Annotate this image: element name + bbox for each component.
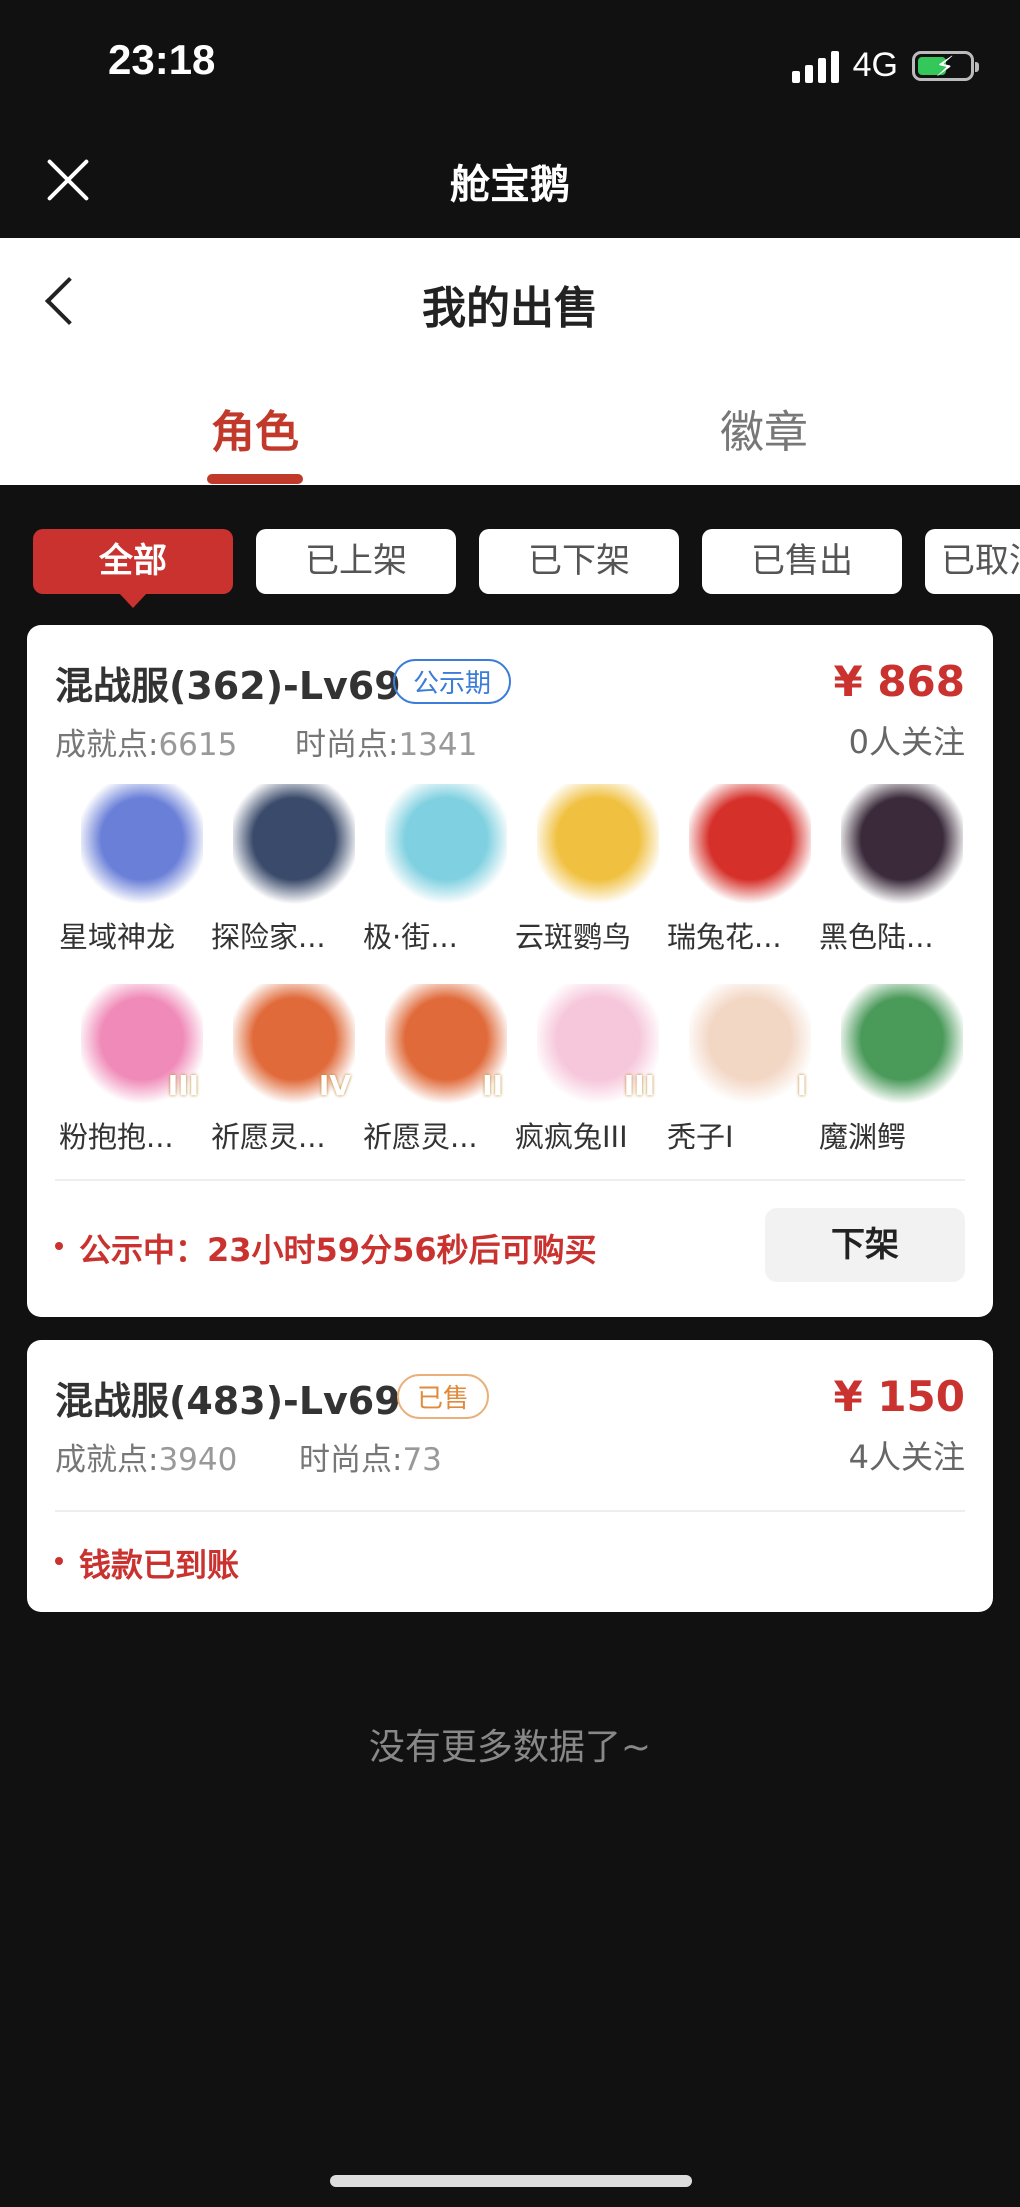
- battery-icon: ⚡: [912, 50, 979, 83]
- tier-badge: III: [623, 1069, 655, 1102]
- notice-dot: [55, 1557, 63, 1565]
- item-name: 瑞兔花...: [667, 920, 782, 954]
- skateboard-icon: [385, 784, 507, 906]
- payment-notice: 钱款已到账: [79, 1546, 240, 1584]
- filter-listed[interactable]: 已上架: [256, 529, 456, 594]
- divider: [55, 1510, 965, 1512]
- divider: [55, 1179, 965, 1181]
- item-name: 疯疯兔III: [515, 1120, 628, 1154]
- bald-head-icon: I: [689, 984, 811, 1106]
- item-tile[interactable]: III 粉抱抱...: [59, 984, 203, 1154]
- parrot-icon: [537, 784, 659, 906]
- item-tile[interactable]: 极·街...: [363, 784, 507, 954]
- item-tile[interactable]: IV 祈愿灵...: [211, 984, 355, 1154]
- item-name: 魔渊鳄: [819, 1120, 907, 1154]
- signal-icon: [791, 49, 839, 83]
- item-tile[interactable]: 黑色陆...: [819, 784, 963, 954]
- dragon-icon: [81, 784, 203, 906]
- bear-icon: III: [81, 984, 203, 1106]
- notice-dot: [55, 1242, 63, 1250]
- rabbit-icon: III: [537, 984, 659, 1106]
- item-tile[interactable]: 星域神龙: [59, 784, 203, 954]
- tab-roles[interactable]: 角色: [155, 396, 355, 460]
- item-name: 云斑鹦鸟: [515, 920, 632, 954]
- item-name: 探险家...: [211, 920, 326, 954]
- tier-badge: IV: [318, 1069, 351, 1102]
- item-name: 祈愿灵...: [211, 1120, 326, 1154]
- listing-card[interactable]: 混战服(362)-Lv69 公示期 ¥ 868 0人关注 成就点:6615 时尚…: [27, 625, 993, 1317]
- tab-active-indicator: [207, 474, 303, 484]
- filter-sold[interactable]: 已售出: [702, 529, 902, 594]
- status-time: 23:18: [108, 36, 216, 83]
- item-tile[interactable]: I 秃子I: [667, 984, 811, 1154]
- filter-cancelled[interactable]: 已取消: [925, 529, 1020, 594]
- listing-title: 混战服(483)-Lv69: [55, 1379, 401, 1423]
- tier-badge: III: [167, 1069, 199, 1102]
- crocodile-icon: [841, 984, 963, 1106]
- tab-badges[interactable]: 徽章: [664, 396, 864, 460]
- filter-all[interactable]: 全部: [33, 529, 233, 594]
- item-name: 粉抱抱...: [59, 1120, 174, 1154]
- public-notice: 公示中：23小时59分56秒后可购买: [79, 1231, 597, 1269]
- listing-watchers: 4人关注: [848, 1438, 965, 1476]
- miniapp-title: 舱宝鹅: [450, 162, 570, 208]
- status-indicators: 4G ⚡: [791, 46, 979, 85]
- listing-price: ¥ 150: [833, 1372, 965, 1421]
- item-tile[interactable]: 瑞兔花...: [667, 784, 811, 954]
- tier-badge: I: [796, 1069, 807, 1102]
- tier-badge: II: [482, 1069, 503, 1102]
- achievement-points: 成就点:3940: [55, 1442, 238, 1478]
- fashion-points: 时尚点:73: [299, 1442, 442, 1478]
- network-label: 4G: [852, 46, 898, 84]
- shovel-icon: [233, 784, 355, 906]
- delist-button[interactable]: 下架: [765, 1208, 965, 1282]
- no-more-data: 没有更多数据了~: [368, 1727, 652, 1768]
- item-name: 星域神龙: [59, 920, 176, 954]
- page-title: 我的出售: [422, 283, 598, 334]
- griffin-icon: IV: [233, 984, 355, 1106]
- item-name: 祈愿灵...: [363, 1120, 478, 1154]
- listing-card[interactable]: 混战服(483)-Lv69 已售 ¥ 150 4人关注 成就点:3940 时尚点…: [27, 1340, 993, 1612]
- item-tile[interactable]: III 疯疯兔III: [515, 984, 659, 1154]
- filter-delisted[interactable]: 已下架: [479, 529, 679, 594]
- item-name: 极·街...: [363, 920, 458, 954]
- item-name: 秃子I: [667, 1120, 734, 1154]
- item-tile[interactable]: 魔渊鳄: [819, 984, 963, 1154]
- griffin-icon: II: [385, 984, 507, 1106]
- status-badge: 已售: [397, 1374, 490, 1419]
- item-tile[interactable]: II 祈愿灵...: [363, 984, 507, 1154]
- item-tile[interactable]: 云斑鹦鸟: [515, 784, 659, 954]
- dino-icon: [841, 784, 963, 906]
- cake-icon: [689, 784, 811, 906]
- home-indicator[interactable]: [330, 2175, 692, 2187]
- item-tile[interactable]: 探险家...: [211, 784, 355, 954]
- filter-active-pointer: [118, 592, 148, 608]
- item-name: 黑色陆...: [819, 920, 934, 954]
